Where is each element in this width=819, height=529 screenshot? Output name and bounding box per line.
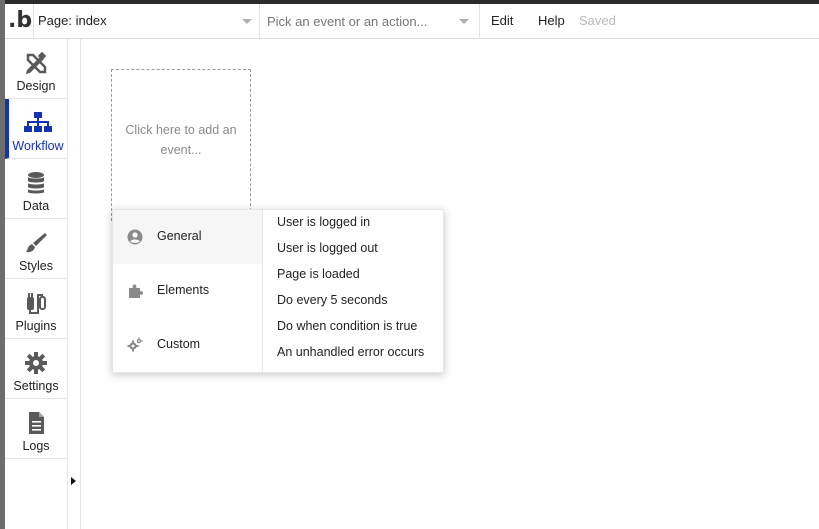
category-label: Custom [157,337,201,351]
sidebar-item-label: Data [22,199,50,213]
sidebar-item-data[interactable]: Data [5,159,67,219]
event-action-picker-placeholder: Pick an event or an action... [267,14,428,29]
event-category-list: General Elements Custom [113,210,263,372]
gears-icon [127,337,143,352]
user-circle-icon [127,229,143,245]
database-icon [28,172,44,194]
sidebar-item-label: Design [16,79,56,93]
bubble-logo[interactable]: .b [8,8,32,34]
event-action-picker[interactable]: Pick an event or an action... [259,4,480,38]
sidebar-item-plugins[interactable]: Plugins [5,279,67,339]
editor-window: .b Page: index Pick an event or an actio… [0,0,819,529]
brush-icon [26,233,47,253]
menu-edit[interactable]: Edit [491,13,513,28]
save-status: Saved [579,13,616,28]
sidebar-item-label: Workflow [12,139,64,153]
event-type-menu: General Elements Custom User is logged i… [112,209,444,373]
event-option[interactable]: An unhandled error occurs [277,345,424,359]
sidebar-item-label: Styles [18,259,54,273]
sidebar: Design Workflow Data Styles Plugins Sett… [5,39,68,529]
page-selector[interactable]: Page: index [33,4,260,38]
design-icon [26,51,47,74]
sidebar-item-label: Settings [13,379,59,393]
chevron-down-icon [242,19,252,24]
event-option[interactable]: User is logged in [277,215,370,229]
sidebar-item-styles[interactable]: Styles [5,219,67,279]
document-icon [29,412,44,434]
event-option-list: User is logged in User is logged out Pag… [263,210,443,372]
sidebar-item-label: Plugins [15,319,57,333]
add-event-hint: Click here to add an event... [125,123,237,157]
sidebar-item-settings[interactable]: Settings [5,339,67,399]
category-general[interactable]: General [113,210,262,264]
sidebar-item-workflow[interactable]: Workflow [5,99,67,159]
top-bar: .b Page: index Pick an event or an actio… [5,4,819,39]
category-label: Elements [157,283,210,297]
menu-help[interactable]: Help [538,13,565,28]
sidebar-item-logs[interactable]: Logs [5,399,67,459]
page-selector-label: Page: index [38,13,107,28]
category-custom[interactable]: Custom [113,318,262,372]
add-event-placeholder[interactable]: Click here to add an event... [111,69,251,221]
event-option[interactable]: Do every 5 seconds [277,293,387,307]
event-option[interactable]: Do when condition is true [277,319,417,333]
sidebar-item-design[interactable]: Design [5,39,67,99]
chevron-down-icon [459,19,469,24]
event-option[interactable]: Page is loaded [277,267,360,281]
plug-icon [27,293,46,314]
expand-sidebar-arrow-icon[interactable] [71,477,76,485]
category-elements[interactable]: Elements [113,264,262,318]
category-label: General [157,229,202,243]
gear-icon [25,352,47,374]
puzzle-icon [129,284,143,298]
event-option[interactable]: User is logged out [277,241,378,255]
sidebar-divider [80,39,81,529]
sidebar-item-label: Logs [22,439,50,453]
workflow-icon [24,112,52,132]
